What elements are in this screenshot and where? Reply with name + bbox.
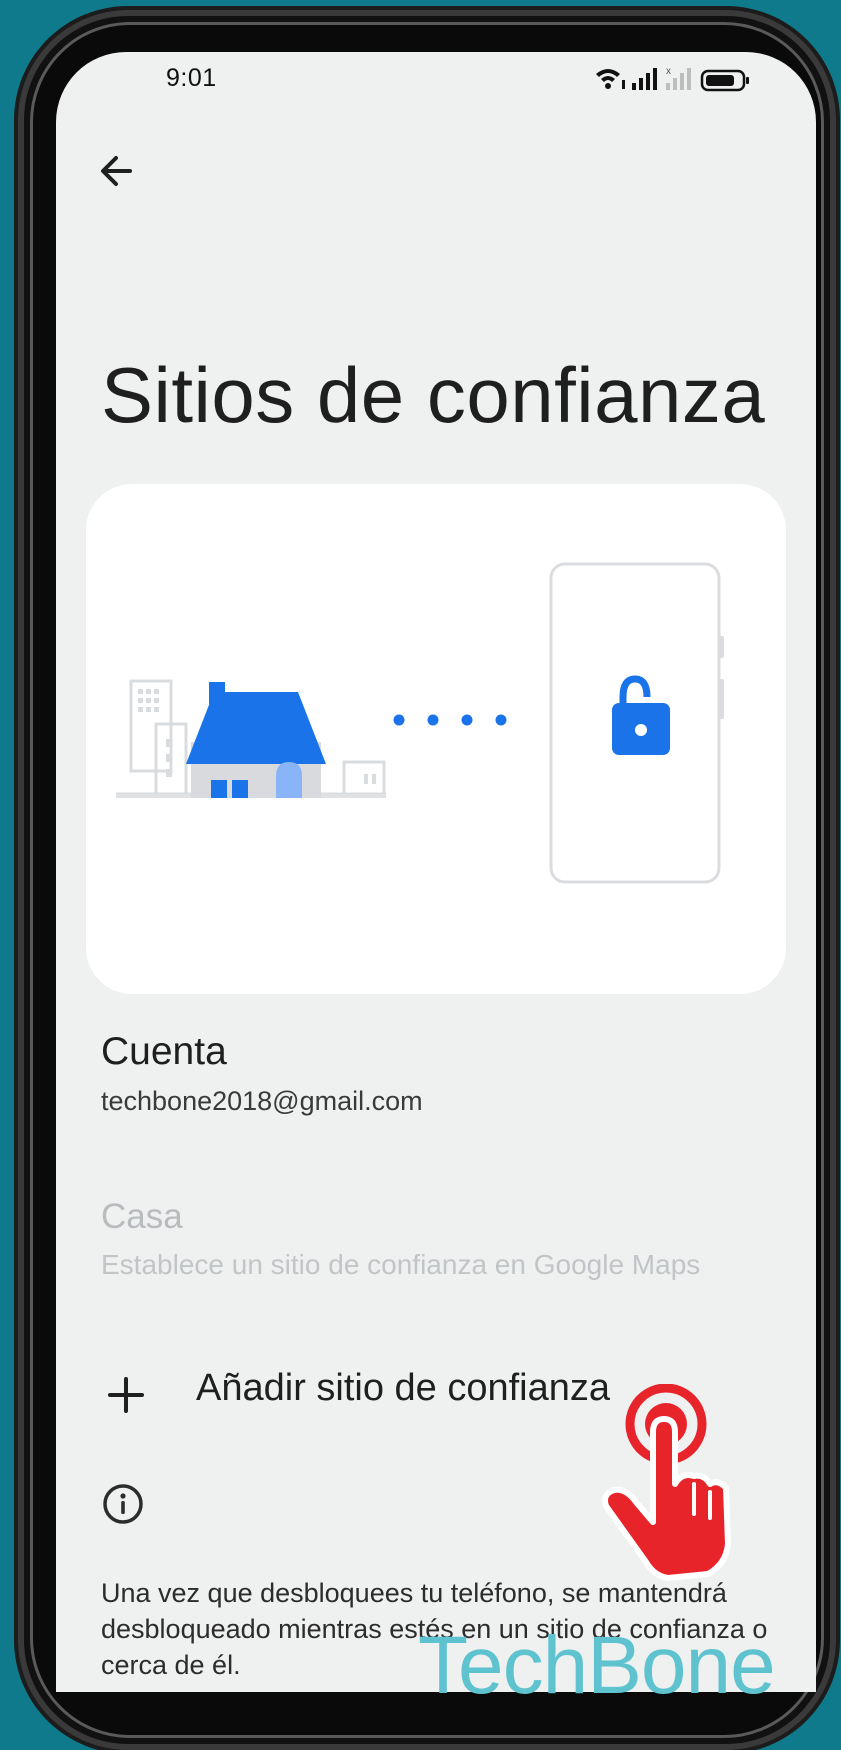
status-icons: x xyxy=(596,66,749,92)
illustration-card xyxy=(86,484,786,994)
plus-icon xyxy=(108,1377,144,1413)
page-title: Sitios de confianza xyxy=(101,351,766,439)
tap-hand-icon xyxy=(602,1384,731,1581)
battery-icon xyxy=(700,69,749,92)
watermark-logo: TechBone xyxy=(418,1620,776,1711)
account-section: Cuenta techbone2018@gmail.com xyxy=(101,1030,423,1117)
back-button[interactable] xyxy=(86,142,146,202)
connection-dots xyxy=(393,714,507,726)
add-trusted-place-label: Añadir sitio de confianza xyxy=(196,1367,611,1409)
signal-2-icon: x xyxy=(666,66,691,90)
trusted-place-illustration xyxy=(116,562,724,884)
status-bar: 9:01 x xyxy=(56,52,816,112)
wifi-icon xyxy=(596,69,625,89)
signal-icon xyxy=(632,68,657,90)
trusted-place-subtitle: Establece un sitio de confianza en Googl… xyxy=(101,1249,701,1280)
house-icon xyxy=(186,682,326,798)
info-icon xyxy=(101,1482,145,1526)
trusted-place-title: Casa xyxy=(101,1197,183,1236)
account-email: techbone2018@gmail.com xyxy=(101,1086,423,1116)
svg-text:x: x xyxy=(666,66,671,77)
account-title: Cuenta xyxy=(101,1030,227,1073)
trusted-place-home[interactable]: Casa Establece un sitio de confianza en … xyxy=(101,1197,700,1281)
status-time: 9:01 xyxy=(166,64,217,92)
back-arrow-icon xyxy=(101,156,132,186)
